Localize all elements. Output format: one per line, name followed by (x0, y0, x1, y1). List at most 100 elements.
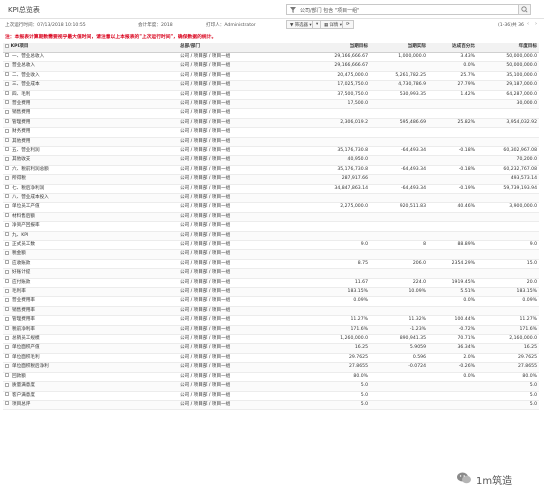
table-row[interactable]: 其他费用 公司 / 项目部 / 项目一组 (3, 137, 539, 147)
row-checkbox[interactable] (5, 316, 9, 321)
column-header-period-target[interactable]: 当期目标 (293, 43, 370, 53)
table-row[interactable]: 三、营业成本 公司 / 项目部 / 项目一组 17,025,750.0 4,730,7… (3, 80, 539, 91)
row-checkbox[interactable] (5, 203, 9, 208)
cell-annual-target: 11.27% (477, 315, 539, 326)
row-checkbox[interactable] (5, 335, 9, 340)
table-row[interactable]: 九、KPI 公司 / 项目部 / 项目一组 (3, 231, 539, 242)
table-row[interactable]: 单位面积税后净利 公司 / 项目部 / 项目一组 27.8655 -0.0724 -0.… (3, 362, 539, 373)
table-row[interactable]: 税前净利率 公司 / 项目部 / 项目一组 171.6% -1.23% -0.72% 17… (3, 325, 539, 336)
table-row[interactable]: 毛利率 公司 / 项目部 / 项目一组 183.15% 10.09% 5.51% 183.… (3, 287, 539, 298)
row-checkbox[interactable] (5, 100, 9, 105)
cell-achievement (428, 231, 477, 242)
row-checkbox[interactable] (5, 326, 9, 331)
table-row[interactable]: 其他收支 公司 / 项目部 / 项目一组 40,950.0 70,200.0 (3, 155, 539, 166)
row-checkbox[interactable] (5, 344, 9, 349)
row-checkbox[interactable] (5, 260, 9, 265)
table-row[interactable]: 八、营业成本投入 公司 / 项目部 / 项目一组 (3, 193, 539, 204)
filter-field[interactable]: 公司/部门 包含 "项目一组" (286, 4, 531, 15)
cell-kpi-name: 项目总评 (3, 400, 178, 411)
table-row[interactable]: 应付账款 公司 / 项目部 / 项目一组 11.67 224.0 1919.45% 20.… (3, 278, 539, 289)
table-row[interactable]: 好账计提 公司 / 项目部 / 项目一组 (3, 268, 539, 279)
row-checkbox[interactable] (5, 147, 9, 152)
row-checkbox[interactable] (5, 166, 9, 171)
table-row[interactable]: 税金额 公司 / 项目部 / 项目一组 (3, 249, 539, 260)
prev-page-button[interactable]: ‹ (525, 21, 531, 28)
table-row[interactable]: 材料售后额 公司 / 项目部 / 项目一组 (3, 212, 539, 223)
cell-period-actual (370, 249, 428, 260)
table-row[interactable]: 单位员工产值 公司 / 项目部 / 项目一组 2,275,000.0 920,511.… (3, 202, 539, 213)
cell-department: 公司 / 项目部 / 项目一组 (178, 221, 293, 232)
row-checkbox[interactable] (5, 109, 9, 114)
row-checkbox[interactable] (5, 185, 9, 190)
row-checkbox[interactable] (5, 288, 9, 293)
row-checkbox[interactable] (5, 269, 9, 274)
row-checkbox[interactable] (5, 156, 9, 161)
table-row[interactable]: 营业费用 公司 / 项目部 / 项目一组 17,500.0 30,000.0 (3, 99, 539, 110)
cell-annual-target (477, 193, 539, 204)
table-row[interactable]: 单位面积毛利 公司 / 项目部 / 项目一组 29.7625 0.596 2.0% 29.… (3, 353, 539, 364)
column-header-period-actual[interactable]: 当期实际 (370, 43, 428, 53)
row-checkbox[interactable] (5, 401, 9, 406)
table-row[interactable]: 二、营业收入 公司 / 项目部 / 项目一组 20,475,000.0 5,261,7… (3, 71, 539, 82)
table-row[interactable]: 营业总收入 公司 / 项目部 / 项目一组 29,166,666.67 0.0% 50,… (3, 61, 539, 72)
table-row[interactable]: 管理费用 公司 / 项目部 / 项目一组 2,306,019.2 595,486.69… (3, 118, 539, 129)
row-checkbox[interactable] (5, 373, 9, 378)
table-row[interactable]: 四、毛利 公司 / 项目部 / 项目一组 37,500,750.0 530,993.3… (3, 90, 539, 100)
row-checkbox[interactable] (5, 354, 9, 359)
table-row[interactable]: 所得税 公司 / 项目部 / 项目一组 287,917.66 493,573.14 (3, 174, 539, 185)
table-row[interactable]: 应收账款 公司 / 项目部 / 项目一组 8.75 206.0 2354.29% 15.0 (3, 259, 539, 270)
column-header-kpi[interactable]: KPI项目 (3, 43, 178, 53)
row-checkbox[interactable] (5, 91, 9, 96)
table-row[interactable]: 正式员工数 公司 / 项目部 / 项目一组 9.0 8 88.89% 9.0 (3, 240, 539, 251)
cell-period-actual (370, 137, 428, 147)
row-checkbox[interactable] (5, 363, 9, 368)
table-row[interactable]: 质量满意度 公司 / 项目部 / 项目一组 5.0 5.0 (3, 381, 539, 392)
table-row[interactable]: 财务费用 公司 / 项目部 / 项目一组 (3, 127, 539, 138)
row-checkbox[interactable] (5, 279, 9, 284)
table-row[interactable]: 营业费用率 公司 / 项目部 / 项目一组 0.09% 0.0% 0.09% (3, 296, 539, 307)
table-row[interactable]: 回款额 公司 / 项目部 / 项目一组 80.0% 0.0% 80.0% (3, 372, 539, 383)
table-row[interactable]: 销售费用 公司 / 项目部 / 项目一组 (3, 108, 539, 119)
row-checkbox[interactable] (5, 128, 9, 133)
row-checkbox[interactable] (5, 213, 9, 218)
filter-search-button[interactable] (518, 5, 530, 14)
row-checkbox[interactable] (5, 232, 9, 237)
row-checkbox[interactable] (5, 138, 9, 143)
row-checkbox[interactable] (5, 175, 9, 180)
row-checkbox[interactable] (5, 250, 9, 255)
row-checkbox[interactable] (5, 119, 9, 124)
column-header-annual-target[interactable]: 年度目标 (477, 43, 539, 53)
next-page-button[interactable]: › (533, 21, 539, 28)
row-checkbox[interactable] (5, 241, 9, 246)
cell-period-target: 20,475,000.0 (293, 71, 370, 82)
row-checkbox[interactable] (5, 297, 9, 302)
cell-annual-target: 50,000,000.0 (477, 61, 539, 72)
column-header-department[interactable]: 总部/部门 (178, 43, 293, 53)
table-row[interactable]: 单位面积产值 公司 / 项目部 / 项目一组 16.25 5.9059 36.34% 16… (3, 343, 539, 354)
row-checkbox[interactable] (5, 392, 9, 397)
table-row[interactable]: 一、营业总收入 公司 / 项目部 / 项目一组 29,166,666.67 1,000… (3, 52, 539, 63)
row-checkbox[interactable] (5, 53, 9, 58)
table-row[interactable]: 销售费用率 公司 / 项目部 / 项目一组 (3, 306, 539, 317)
select-all-checkbox[interactable] (5, 43, 9, 48)
table-row[interactable]: 总销员工规模 公司 / 项目部 / 项目一组 1,260,000.0 890,941.… (3, 334, 539, 345)
table-row[interactable]: 客户满意度 公司 / 项目部 / 项目一组 5.0 5.0 (3, 391, 539, 401)
row-checkbox[interactable] (5, 194, 9, 199)
row-checkbox[interactable] (5, 382, 9, 387)
table-row[interactable]: 五、营业利润 公司 / 项目部 / 项目一组 35,176,730.8 -64,493… (3, 146, 539, 157)
table-row[interactable]: 六、税前利润总额 公司 / 项目部 / 项目一组 35,176,730.8 -64,4… (3, 165, 539, 176)
column-header-achievement[interactable]: 达成百分比 (428, 43, 477, 53)
cell-kpi-name: 单位员工产值 (3, 202, 178, 213)
table-row[interactable]: 净资产回报率 公司 / 项目部 / 项目一组 (3, 221, 539, 232)
refresh-button[interactable]: ⟳ (342, 20, 354, 29)
table-row[interactable]: 管理费用率 公司 / 项目部 / 项目一组 11.27% 11.32% 100.44% 1… (3, 315, 539, 326)
cell-achievement: 2.0% (428, 353, 477, 364)
row-checkbox[interactable] (5, 222, 9, 227)
cell-department: 公司 / 项目部 / 项目一组 (178, 240, 293, 251)
row-checkbox[interactable] (5, 62, 9, 67)
row-checkbox[interactable] (5, 72, 9, 77)
table-row[interactable]: 七、税后净利润 公司 / 项目部 / 项目一组 34,847,863.14 -64,4… (3, 184, 539, 195)
row-checkbox[interactable] (5, 81, 9, 86)
table-row[interactable]: 项目总评 公司 / 项目部 / 项目一组 5.0 5.0 (3, 400, 539, 411)
row-checkbox[interactable] (5, 307, 9, 312)
